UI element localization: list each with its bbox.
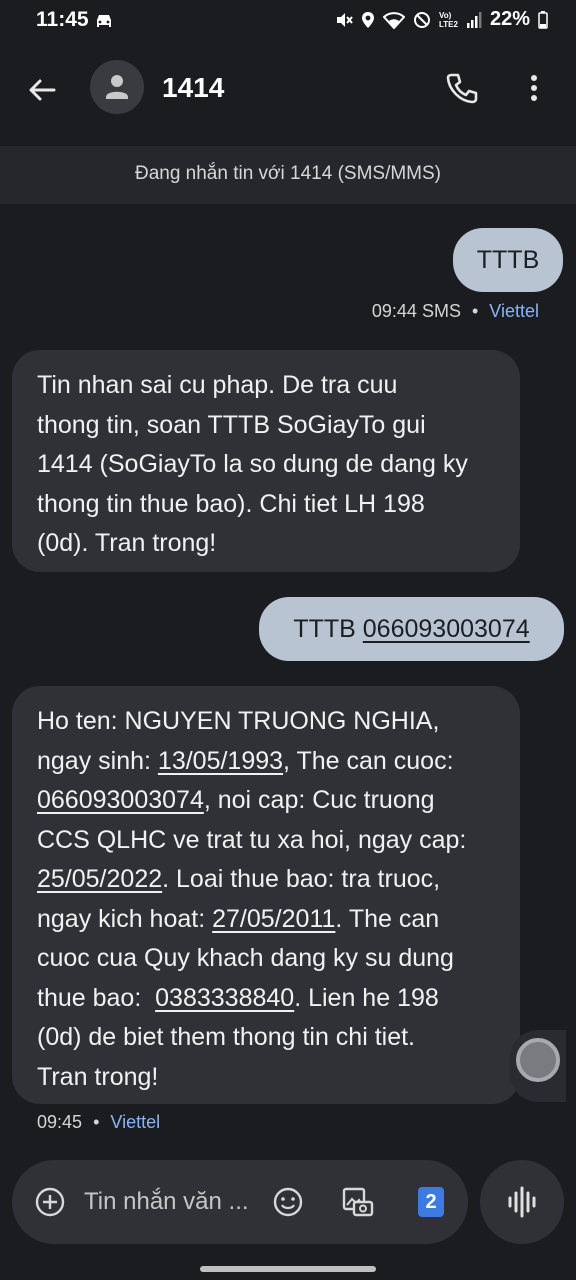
banner-text: Đang nhắn tin với 1414 (SMS/MMS) — [134, 163, 442, 184]
signal-icon — [466, 11, 482, 29]
avatar[interactable] — [90, 60, 144, 114]
message-text: TTTB — [476, 246, 540, 274]
wifi-icon — [383, 11, 405, 29]
message-meta: 09:44 SMS • Viettel — [372, 301, 539, 322]
voice-icon — [508, 1186, 536, 1218]
message-composer: Tin nhắn văn ... 2 — [12, 1160, 468, 1244]
activation-date-link[interactable]: 27/05/2011 — [212, 905, 335, 933]
voice-message-button[interactable] — [480, 1160, 564, 1244]
person-icon — [106, 75, 128, 99]
conversation-banner: Đang nhắn tin với 1414 (SMS/MMS) — [0, 146, 576, 204]
gallery-button[interactable] — [340, 1184, 376, 1225]
carrier-label: Viettel — [489, 301, 539, 321]
text-segment: cuoc cua Quy khach dang ky su dung — [37, 944, 454, 972]
message-time: 09:44 — [371, 301, 417, 321]
text-segment: . The can — [335, 904, 440, 933]
message-line: (0d). Tran trong! — [37, 529, 217, 557]
message-line: Tin nhan sai cu phap. De tra cuu — [37, 371, 398, 399]
location-icon — [361, 11, 375, 29]
back-button[interactable] — [24, 72, 60, 108]
message-line: thong tin, soan TTTB SoGiayTo gui — [37, 410, 426, 439]
message-bubble-incoming[interactable]: Ho ten: NGUYEN TRUONG NGHIA, ngay sinh: … — [12, 686, 520, 1104]
battery-percent: 22% — [489, 8, 530, 30]
add-circle-icon — [35, 1187, 65, 1217]
message-text-prefix: TTTB — [293, 615, 363, 643]
app-bar: 1414 — [0, 44, 576, 136]
battery-icon — [538, 10, 548, 29]
volte-label: Vo) LTE2 — [439, 10, 458, 29]
message-line: thong tin thue bao). Chi tiet LH 198 — [37, 489, 425, 518]
text-segment: ngay kich hoat: — [37, 904, 213, 933]
emoji-icon — [273, 1187, 303, 1217]
car-icon — [94, 12, 114, 35]
message-meta: 09:45 • Viettel — [37, 1112, 160, 1133]
message-bubble-incoming[interactable]: Tin nhan sai cu phap. De tra cuu thong t… — [12, 350, 520, 572]
message-line: (0d) de biet them thong tin chi tiet. — [37, 1018, 498, 1058]
scroll-handle-knob[interactable] — [516, 1038, 560, 1082]
add-attachment-button[interactable] — [32, 1184, 68, 1225]
message-line: thue bao: 0383338840. Lien he 198 — [37, 979, 498, 1019]
gallery-icon — [342, 1187, 374, 1217]
text-segment: Tran trong! — [37, 1062, 159, 1091]
message-bubble-outgoing[interactable]: TTTB 066093003074 — [259, 597, 564, 661]
mute-icon — [335, 11, 353, 29]
more-vert-icon — [531, 75, 537, 101]
text-segment: . Lien he 198 — [294, 983, 439, 1012]
message-line: CCS QLHC ve trat tu xa hoi, ngay cap: — [37, 821, 498, 861]
dnd-icon — [413, 11, 431, 29]
phone-icon — [446, 73, 478, 104]
message-bubble-outgoing[interactable]: TTTB — [453, 228, 563, 292]
message-line: Ho ten: NGUYEN TRUONG NGHIA, — [37, 702, 498, 742]
text-segment: CCS QLHC ve trat tu xa hoi, ngay cap: — [37, 825, 467, 854]
birthdate-link[interactable]: 13/05/1993 — [158, 747, 283, 775]
back-arrow-icon — [29, 79, 56, 101]
emoji-button[interactable] — [270, 1184, 306, 1225]
message-line: ngay kich hoat: 27/05/2011. The can — [37, 900, 498, 940]
text-segment: Ho ten: NGUYEN TRUONG NGHIA, — [37, 707, 440, 735]
status-time: 11:45 — [36, 8, 89, 31]
id-number-link[interactable]: 066093003074 — [363, 615, 530, 643]
more-options-button[interactable] — [522, 70, 546, 106]
text-segment: , The can cuoc: — [283, 746, 454, 775]
meta-separator: • — [471, 301, 479, 321]
message-type: SMS — [421, 301, 461, 321]
sim-selector[interactable]: 2 — [418, 1187, 444, 1217]
meta-separator: • — [93, 1112, 100, 1132]
message-input[interactable]: Tin nhắn văn ... — [84, 1188, 249, 1216]
scroll-handle[interactable] — [510, 1030, 566, 1102]
message-time: 09:45 — [37, 1112, 83, 1132]
carrier-label: Viettel — [110, 1112, 161, 1132]
contact-name: 1414 — [162, 72, 225, 103]
text-segment: . Loai thue bao: tra truoc, — [162, 865, 441, 893]
text-segment: ngay sinh: — [37, 746, 158, 775]
issue-date-link[interactable]: 25/05/2022 — [37, 865, 162, 893]
status-bar: 11:45 Vo) LTE2 22% — [0, 0, 576, 44]
status-icons: Vo) LTE2 22% — [335, 8, 548, 31]
phone-number-link[interactable]: 0383338840 — [155, 984, 294, 1012]
message-line: ngay sinh: 13/05/1993, The can cuoc: — [37, 742, 498, 782]
text-segment: (0d) de biet them thong tin chi tiet. — [37, 1023, 415, 1051]
call-button[interactable] — [444, 70, 480, 106]
message-line: 25/05/2022. Loai thue bao: tra truoc, — [37, 860, 498, 900]
message-line: 066093003074, noi cap: Cuc truong — [37, 781, 498, 821]
message-line: cuoc cua Quy khach dang ky su dung — [37, 939, 498, 979]
id-number-link[interactable]: 066093003074 — [37, 786, 204, 814]
text-segment: thue bao: — [37, 983, 156, 1012]
text-segment: , noi cap: Cuc truong — [203, 786, 435, 814]
home-indicator[interactable] — [200, 1266, 376, 1272]
message-line: Tran trong! — [37, 1058, 498, 1098]
message-line: 1414 (SoGiayTo la so dung de dang ky — [37, 450, 468, 478]
